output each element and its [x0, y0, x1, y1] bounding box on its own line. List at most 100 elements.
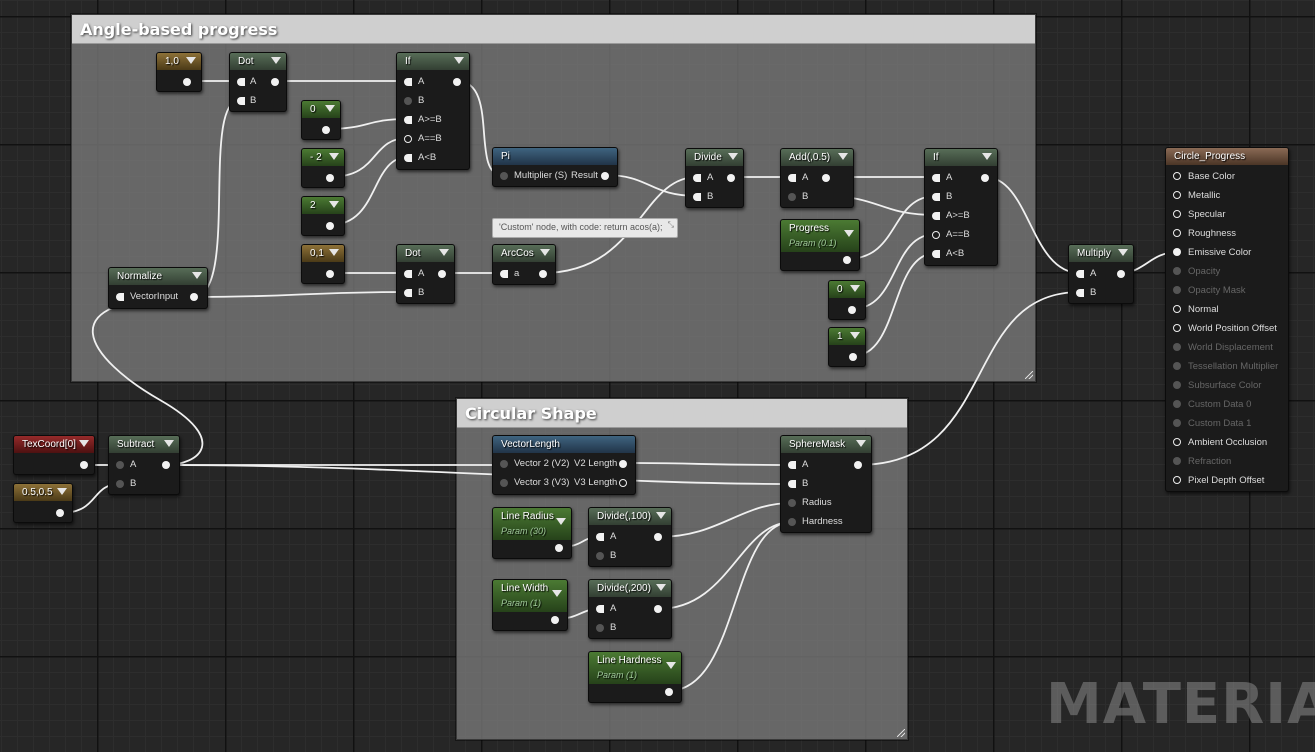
chevron-down-icon[interactable]	[329, 249, 339, 256]
chevron-down-icon[interactable]	[838, 153, 848, 160]
material-input-pin[interactable]	[1173, 286, 1181, 294]
node-line-hardness-param[interactable]: Line Hardness Param (1)	[588, 651, 682, 703]
chevron-down-icon[interactable]	[844, 230, 854, 237]
input-pin-b[interactable]	[237, 97, 245, 105]
comment-title[interactable]: Circular Shape	[457, 399, 907, 428]
input-pin-b[interactable]	[788, 193, 796, 201]
output-pin[interactable]	[322, 126, 330, 134]
node-divide[interactable]: Divide A B	[685, 148, 744, 208]
material-input-pin[interactable]	[1173, 305, 1181, 313]
material-input-pin[interactable]	[1173, 248, 1181, 256]
output-pin[interactable]	[1117, 270, 1125, 278]
chevron-down-icon[interactable]	[192, 272, 202, 279]
chevron-down-icon[interactable]	[186, 57, 196, 64]
output-pin[interactable]	[326, 174, 334, 182]
node-constant-0b[interactable]: 0	[828, 280, 866, 320]
node-constant-0-1[interactable]: 0,1	[301, 244, 345, 284]
node-line-width-param[interactable]: Line Width Param (1)	[492, 579, 568, 631]
resize-handle[interactable]	[897, 729, 905, 737]
node-line-radius-param[interactable]: Line Radius Param (30)	[492, 507, 572, 559]
input-pin-a[interactable]	[500, 270, 508, 278]
material-input-pin[interactable]	[1173, 191, 1181, 199]
output-pin[interactable]	[654, 533, 662, 541]
input-pin-vectorinput[interactable]	[116, 293, 124, 301]
chevron-down-icon[interactable]	[850, 285, 860, 292]
chevron-down-icon[interactable]	[850, 332, 860, 339]
material-input-pin[interactable]	[1173, 400, 1181, 408]
input-pin-hardness[interactable]	[788, 518, 796, 526]
node-material-result[interactable]: Circle_Progress Base Color Metallic Specul…	[1165, 147, 1289, 492]
chevron-down-icon[interactable]	[666, 662, 676, 669]
material-input-pin[interactable]	[1173, 476, 1181, 484]
node-pi[interactable]: Pi Multiplier (S) Result	[492, 147, 618, 187]
material-input-pin[interactable]	[1173, 381, 1181, 389]
input-pin-a[interactable]	[404, 78, 412, 86]
input-pin-b[interactable]	[404, 97, 412, 105]
chevron-down-icon[interactable]	[728, 153, 738, 160]
input-pin-a[interactable]	[116, 461, 124, 469]
node-constant-half[interactable]: 0.5,0.5	[13, 483, 73, 523]
input-pin-agteb[interactable]	[404, 116, 412, 124]
node-texcoord[interactable]: TexCoord[0]	[13, 435, 95, 475]
chevron-down-icon[interactable]	[439, 249, 449, 256]
input-pin-a[interactable]	[596, 533, 604, 541]
output-pin[interactable]	[654, 605, 662, 613]
output-pin[interactable]	[80, 461, 88, 469]
node-vectorlength[interactable]: VectorLength Vector 2 (V2) V2 Length Vec…	[492, 435, 636, 495]
chevron-down-icon[interactable]	[540, 249, 550, 256]
node-spheremask[interactable]: SphereMask A B Radius Hardness	[780, 435, 872, 533]
output-pin[interactable]	[551, 616, 559, 624]
input-pin-altb[interactable]	[404, 154, 412, 162]
node-constant-neg2[interactable]: - 2	[301, 148, 345, 188]
node-constant-0[interactable]: 0	[301, 100, 341, 140]
chevron-down-icon[interactable]	[552, 590, 562, 597]
output-pin[interactable]	[854, 461, 862, 469]
input-pin-b[interactable]	[596, 552, 604, 560]
input-pin-vector2[interactable]	[500, 460, 508, 468]
material-input-pin[interactable]	[1173, 419, 1181, 427]
comment-title[interactable]: Angle-based progress	[72, 15, 1035, 44]
input-pin-vector3[interactable]	[500, 479, 508, 487]
node-if-2[interactable]: If A B A>=B A==B A<B	[924, 148, 998, 266]
material-input-pin[interactable]	[1173, 210, 1181, 218]
output-pin[interactable]	[56, 509, 64, 517]
resize-handle[interactable]	[1025, 371, 1033, 379]
node-add[interactable]: Add(,0.5) A B	[780, 148, 854, 208]
input-pin-b[interactable]	[693, 193, 701, 201]
node-constant-2[interactable]: 2	[301, 196, 345, 236]
input-pin-a[interactable]	[1076, 270, 1084, 278]
node-divide-200[interactable]: Divide(,200) A B	[588, 579, 672, 639]
input-pin-b[interactable]	[404, 289, 412, 297]
chevron-down-icon[interactable]	[271, 57, 281, 64]
material-input-pin[interactable]	[1173, 438, 1181, 446]
input-pin-b[interactable]	[596, 624, 604, 632]
input-pin-a[interactable]	[788, 461, 796, 469]
output-pin[interactable]	[727, 174, 735, 182]
input-pin-a[interactable]	[404, 270, 412, 278]
output-pin[interactable]	[822, 174, 830, 182]
output-pin[interactable]	[981, 174, 989, 182]
output-pin-v3[interactable]	[619, 479, 627, 487]
chevron-down-icon[interactable]	[1118, 249, 1128, 256]
output-pin[interactable]	[438, 270, 446, 278]
material-input-pin[interactable]	[1173, 343, 1181, 351]
node-constant-1-0[interactable]: 1,0	[156, 52, 202, 92]
chevron-down-icon[interactable]	[57, 488, 67, 495]
chevron-down-icon[interactable]	[982, 153, 992, 160]
node-dot-1[interactable]: Dot A B	[229, 52, 287, 112]
chevron-down-icon[interactable]	[656, 584, 666, 591]
output-pin[interactable]	[539, 270, 547, 278]
input-pin-b[interactable]	[116, 480, 124, 488]
material-input-pin[interactable]	[1173, 267, 1181, 275]
node-arccos[interactable]: ArcCos a	[492, 244, 556, 285]
chevron-down-icon[interactable]	[325, 105, 335, 112]
chevron-down-icon[interactable]	[656, 512, 666, 519]
node-dot-2[interactable]: Dot A B	[396, 244, 455, 304]
input-pin-a[interactable]	[932, 174, 940, 182]
output-pin[interactable]	[555, 544, 563, 552]
material-input-pin[interactable]	[1173, 457, 1181, 465]
input-pin-aeqb[interactable]	[404, 135, 412, 143]
input-pin-a[interactable]	[693, 174, 701, 182]
output-pin[interactable]	[271, 78, 279, 86]
output-pin[interactable]	[849, 353, 857, 361]
